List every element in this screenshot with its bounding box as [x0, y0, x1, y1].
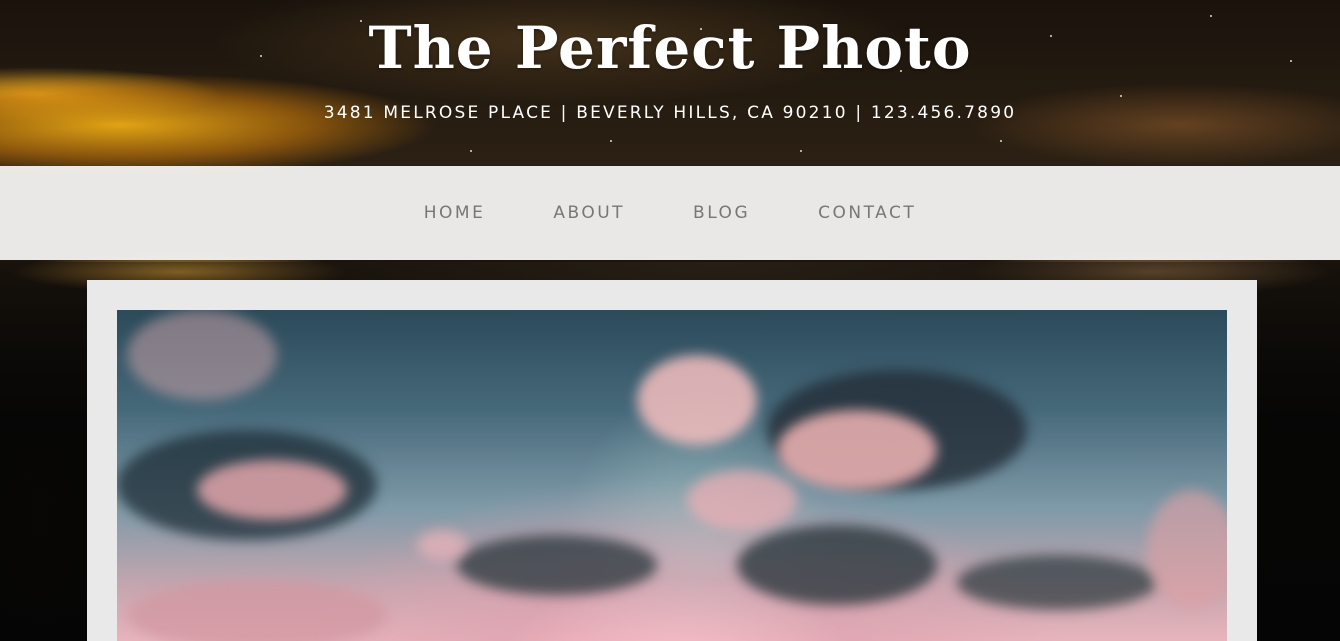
nav-item-home[interactable]: HOME [424, 203, 486, 223]
main-navigation: HOME ABOUT BLOG CONTACT [0, 166, 1340, 260]
nav-item-contact[interactable]: CONTACT [818, 203, 916, 223]
hero-image [117, 310, 1227, 641]
nav-item-about[interactable]: ABOUT [553, 203, 625, 223]
site-contact-info: 3481 MELROSE PLACE | BEVERLY HILLS, CA 9… [323, 103, 1017, 123]
site-title[interactable]: The Perfect Photo [0, 14, 1340, 82]
content-panel [87, 280, 1257, 641]
nav-item-blog[interactable]: BLOG [693, 203, 750, 223]
site-header: The Perfect Photo 3481 MELROSE PLACE | B… [0, 0, 1340, 166]
